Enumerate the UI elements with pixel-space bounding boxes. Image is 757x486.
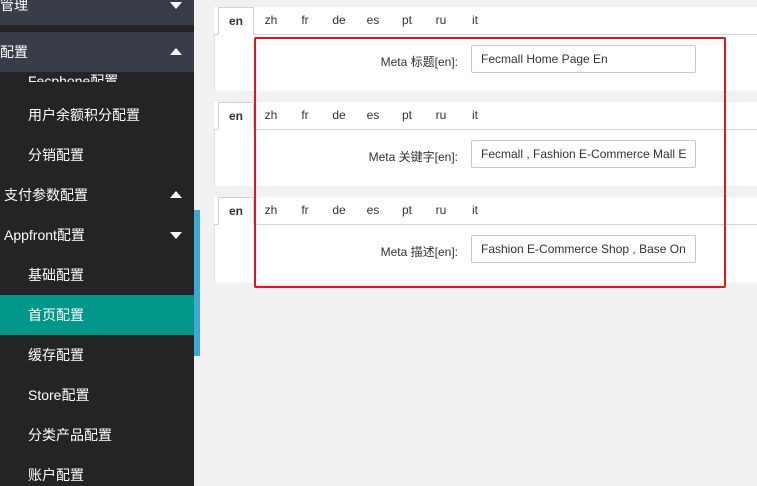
tab-es[interactable]: es [356, 102, 390, 129]
sidebar-item-label: Appfront配置 [4, 227, 85, 243]
tab-fr[interactable]: fr [288, 197, 322, 224]
tab-panel-body: Meta 标题[en]: Fecmall Home Page En [214, 35, 757, 91]
sidebar-item-label: 支付参数配置 [4, 187, 88, 203]
sidebar-item-basic[interactable]: 基础配置 [0, 255, 194, 295]
tab-en[interactable]: en [218, 102, 254, 130]
tab-en[interactable]: en [218, 7, 254, 35]
tab-de[interactable]: de [322, 7, 356, 34]
sidebar-item-label: 分销配置 [28, 147, 84, 163]
chevron-down-icon [170, 2, 182, 9]
sidebar-scrollbar[interactable] [194, 210, 200, 356]
tab-ru[interactable]: ru [424, 102, 458, 129]
meta-keywords-panel: en zh fr de es pt ru it Meta 关键字[en]: Fe… [214, 102, 757, 186]
tab-fr[interactable]: fr [288, 7, 322, 34]
sidebar-item-site-config-overlay: 站配置 [0, 32, 194, 72]
meta-description-label: Meta 描述[en]: [380, 245, 458, 259]
sidebar-item-mall-management[interactable]: 城管理 [0, 0, 194, 25]
meta-description-panel: en zh fr de es pt ru it Meta 描述[en]: Fas… [214, 197, 757, 283]
tab-it[interactable]: it [458, 7, 492, 34]
sidebar-item-category-product[interactable]: 分类产品配置 [0, 415, 194, 455]
tab-panel-body: Meta 关键字[en]: Fecmall , Fashion E-Commer… [214, 130, 757, 186]
sidebar: 城管理 站配置 Fecphone配置 站配置 用户余额积分配置 分销配置 支付参… [0, 0, 194, 486]
chevron-up-icon [170, 191, 182, 198]
sidebar-item-label: 分类产品配置 [28, 427, 112, 443]
sidebar-item-label: Fecphone配置 [28, 73, 119, 82]
tab-panel-body: Meta 描述[en]: Fashion E-Commerce Shop , B… [214, 225, 757, 283]
sidebar-item-appfront[interactable]: Appfront配置 [0, 215, 194, 255]
tab-de[interactable]: de [322, 197, 356, 224]
tab-es[interactable]: es [356, 197, 390, 224]
language-tabs: en zh fr de es pt ru it [214, 102, 757, 130]
tab-pt[interactable]: pt [390, 102, 424, 129]
tab-zh[interactable]: zh [254, 7, 288, 34]
tab-fr[interactable]: fr [288, 102, 322, 129]
meta-keywords-label: Meta 关键字[en]: [368, 150, 458, 164]
meta-title-panel: en zh fr de es pt ru it Meta 标题[en]: Fec… [214, 7, 757, 91]
sidebar-item-label: 站配置 [0, 44, 28, 60]
sidebar-item-balance-points[interactable]: 用户余额积分配置 [0, 95, 194, 135]
meta-title-input[interactable]: Fecmall Home Page En [471, 45, 696, 73]
sidebar-item-distribution[interactable]: 分销配置 [0, 135, 194, 175]
tab-it[interactable]: it [458, 102, 492, 129]
meta-description-input[interactable]: Fashion E-Commerce Shop , Base On [471, 235, 696, 263]
sidebar-item-payment-params[interactable]: 支付参数配置 [0, 175, 194, 215]
sidebar-item-label: 账户配置 [28, 467, 84, 483]
language-tabs: en zh fr de es pt ru it [214, 7, 757, 35]
sidebar-item-store[interactable]: Store配置 [0, 375, 194, 415]
sidebar-item-account[interactable]: 账户配置 [0, 455, 194, 486]
chevron-up-icon [170, 48, 182, 55]
tab-zh[interactable]: zh [254, 102, 288, 129]
sidebar-item-label: Store配置 [28, 387, 90, 403]
tab-pt[interactable]: pt [390, 197, 424, 224]
tab-es[interactable]: es [356, 7, 390, 34]
tab-pt[interactable]: pt [390, 7, 424, 34]
tab-en[interactable]: en [218, 197, 254, 225]
meta-keywords-input[interactable]: Fecmall , Fashion E-Commerce Mall E [471, 140, 696, 168]
sidebar-item-homepage[interactable]: 首页配置 [0, 295, 194, 335]
sidebar-item-cache[interactable]: 缓存配置 [0, 335, 194, 375]
sidebar-item-label: 城管理 [0, 0, 28, 13]
sidebar-item-label: 首页配置 [28, 307, 84, 323]
chevron-down-icon [170, 232, 182, 239]
tab-zh[interactable]: zh [254, 197, 288, 224]
tab-ru[interactable]: ru [424, 197, 458, 224]
sidebar-item-label: 用户余额积分配置 [28, 107, 140, 123]
tab-it[interactable]: it [458, 197, 492, 224]
meta-title-label: Meta 标题[en]: [380, 55, 458, 69]
sidebar-item-label: 缓存配置 [28, 347, 84, 363]
language-tabs: en zh fr de es pt ru it [214, 197, 757, 225]
sidebar-item-label: 基础配置 [28, 267, 84, 283]
tab-de[interactable]: de [322, 102, 356, 129]
tab-ru[interactable]: ru [424, 7, 458, 34]
